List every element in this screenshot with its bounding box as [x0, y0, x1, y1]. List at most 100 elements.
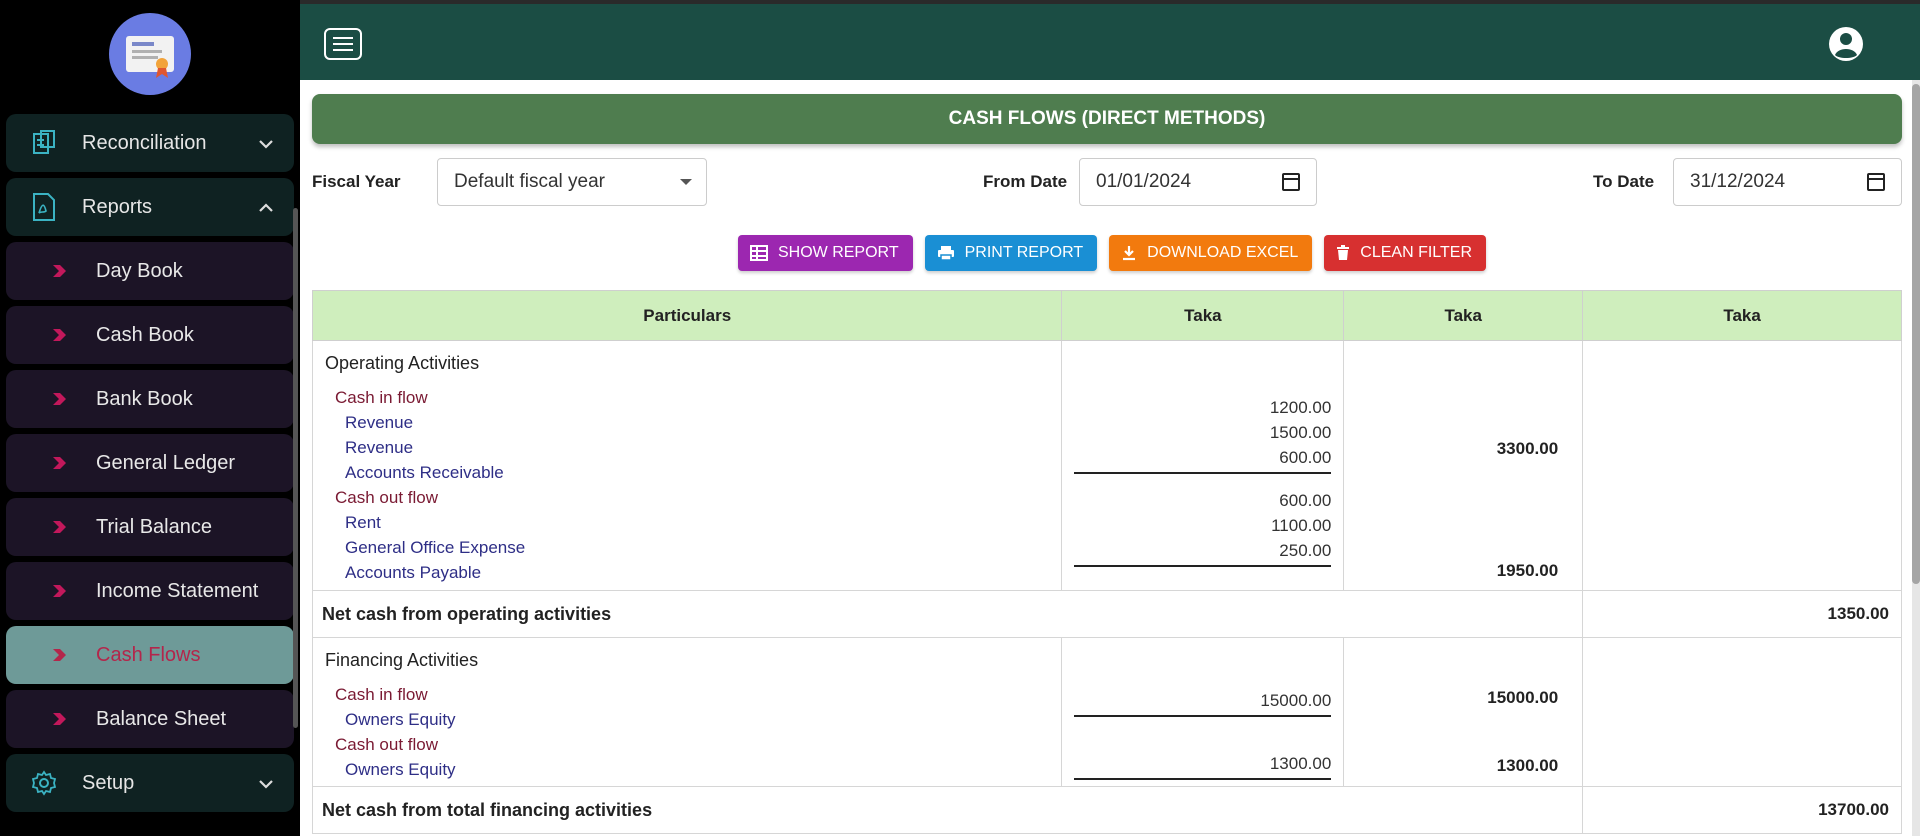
net-financing-label: Net cash from total financing activities	[311, 786, 1584, 834]
amount-value: 15000.00	[1260, 691, 1332, 710]
download-excel-label: DOWNLOAD EXCEL	[1147, 244, 1299, 261]
sidebar-item-label: Day Book	[96, 259, 183, 282]
download-excel-button[interactable]: DOWNLOAD EXCEL	[1109, 235, 1313, 271]
trash-icon	[1337, 245, 1350, 260]
account-name: General Office Expense	[345, 538, 526, 557]
sidebar-item-bank-book[interactable]: Bank Book	[6, 370, 294, 428]
column-header-taka: Taka	[1582, 290, 1902, 341]
sidebar-item-label: Cash Book	[96, 323, 194, 346]
show-report-label: SHOW REPORT	[777, 244, 899, 261]
amount-value: 600.00	[1279, 448, 1332, 467]
section-title: Financing Activities	[325, 650, 479, 670]
chevron-right-icon	[52, 648, 72, 662]
table-header-row: Particulars Taka Taka Taka	[311, 290, 1902, 341]
sidebar-item-general-ledger[interactable]: General Ledger	[6, 434, 294, 492]
clean-filter-button[interactable]: CLEAN FILTER	[1324, 235, 1487, 271]
flow-label: Cash out flow	[335, 488, 438, 507]
hamburger-icon-line	[333, 49, 353, 51]
fiscal-year-value: Default fiscal year	[454, 171, 606, 192]
flow-label: Cash out flow	[335, 735, 438, 754]
sidebar-item-label: Cash Flows	[96, 643, 201, 666]
sidebar-group-reconciliation[interactable]: Reconciliation	[6, 114, 294, 172]
account-name: Accounts Receivable	[345, 463, 504, 482]
print-report-label: PRINT REPORT	[964, 244, 1084, 261]
printer-icon	[937, 246, 954, 261]
sidebar-item-income-statement[interactable]: Income Statement	[6, 562, 294, 620]
sidebar-item-label: Trial Balance	[96, 515, 212, 538]
amount-value: 600.00	[1279, 491, 1332, 510]
pdf-report-icon	[30, 193, 58, 221]
show-report-button[interactable]: SHOW REPORT	[737, 235, 913, 271]
table-row-net-financing: Net cash from total financing activities…	[311, 786, 1902, 834]
fiscal-year-label: Fiscal Year	[312, 172, 401, 191]
calendar-icon[interactable]	[1282, 173, 1300, 191]
account-name: Rent	[345, 513, 381, 532]
fiscal-year-select[interactable]: Default fiscal year	[437, 158, 707, 206]
page-title: CASH FLOWS (DIRECT METHODS)	[312, 94, 1902, 144]
account-name: Revenue	[345, 413, 414, 432]
sidebar-group-setup[interactable]: Setup	[6, 754, 294, 812]
sidebar-group-label: Reconciliation	[82, 131, 207, 154]
main-content: CASH FLOWS (DIRECT METHODS) Fiscal Year …	[300, 80, 1912, 836]
sidebar-group-label: Reports	[82, 195, 153, 218]
dropdown-caret-icon	[680, 179, 692, 185]
column-header-taka: Taka	[1343, 290, 1584, 341]
account-name: Revenue	[345, 438, 414, 457]
table-row-net-operating: Net cash from operating activities 1350.…	[311, 590, 1902, 638]
sidebar-item-day-book[interactable]: Day Book	[6, 242, 294, 300]
net-financing-value: 13700.00	[1582, 786, 1902, 834]
subtotal-rule	[1074, 778, 1332, 780]
cash-flow-table: Particulars Taka Taka Taka Operating Act…	[311, 290, 1902, 834]
section-title: Operating Activities	[325, 353, 480, 373]
chevron-right-icon	[52, 328, 72, 342]
sidebar-item-trial-balance[interactable]: Trial Balance	[6, 498, 294, 556]
sidebar-item-label: Income Statement	[96, 579, 259, 602]
to-date-label: To Date	[1593, 172, 1655, 191]
reconciliation-icon	[30, 129, 58, 157]
gear-icon	[30, 769, 58, 797]
net-operating-value: 1350.00	[1582, 590, 1902, 638]
from-date-value: 01/01/2024	[1096, 171, 1192, 192]
sidebar-item-label: Balance Sheet	[96, 707, 227, 730]
table-row-financing-activities: Financing Activities Cash in flow Owners…	[311, 637, 1902, 787]
sidebar-group-reports[interactable]: Reports	[6, 178, 294, 236]
outflow-total: 1950.00	[1496, 561, 1559, 580]
hamburger-icon-line	[333, 43, 353, 45]
clean-filter-label: CLEAN FILTER	[1360, 244, 1473, 261]
certificate-icon	[126, 36, 174, 78]
menu-toggle-button[interactable]	[324, 28, 362, 60]
column-header-particulars: Particulars	[311, 290, 1063, 341]
sidebar-item-cash-flows[interactable]: Cash Flows	[6, 626, 294, 684]
account-name: Owners Equity	[345, 710, 456, 729]
flow-label: Cash in flow	[335, 388, 428, 407]
account-name: Accounts Payable	[345, 563, 482, 582]
app-logo[interactable]	[109, 13, 191, 95]
to-date-input[interactable]: 31/12/2024	[1673, 158, 1902, 206]
from-date-input[interactable]: 01/01/2024	[1079, 158, 1317, 206]
from-date-label: From Date	[983, 172, 1068, 191]
amount-value: 1100.00	[1271, 516, 1332, 535]
page-scrollbar-thumb[interactable]	[1912, 84, 1920, 584]
chevron-right-icon	[52, 456, 72, 470]
inflow-total: 15000.00	[1487, 688, 1559, 707]
to-date-value: 31/12/2024	[1690, 171, 1786, 192]
chevron-down-icon	[258, 132, 274, 155]
print-report-button[interactable]: PRINT REPORT	[924, 235, 1098, 271]
top-bar	[300, 0, 1920, 80]
chevron-down-icon	[258, 772, 274, 795]
outflow-total: 1300.00	[1496, 756, 1559, 775]
calendar-icon[interactable]	[1867, 173, 1885, 191]
filter-bar: Fiscal Year Default fiscal year From Dat…	[312, 158, 1902, 208]
hamburger-icon-line	[333, 37, 353, 39]
download-icon	[1123, 246, 1136, 261]
table-row-operating-activities: Operating Activities Cash in flow Revenu…	[311, 340, 1902, 591]
column-header-taka: Taka	[1061, 290, 1345, 341]
sidebar: Reconciliation Reports Day Book Cash Boo…	[0, 0, 300, 836]
sidebar-item-cash-book[interactable]: Cash Book	[6, 306, 294, 364]
sidebar-item-label: General Ledger	[96, 451, 235, 474]
sidebar-scrollbar[interactable]	[293, 208, 298, 728]
subtotal-rule	[1074, 565, 1332, 567]
sidebar-item-balance-sheet[interactable]: Balance Sheet	[6, 690, 294, 748]
user-account-icon[interactable]	[1828, 26, 1864, 62]
amount-value: 1500.00	[1269, 423, 1332, 442]
